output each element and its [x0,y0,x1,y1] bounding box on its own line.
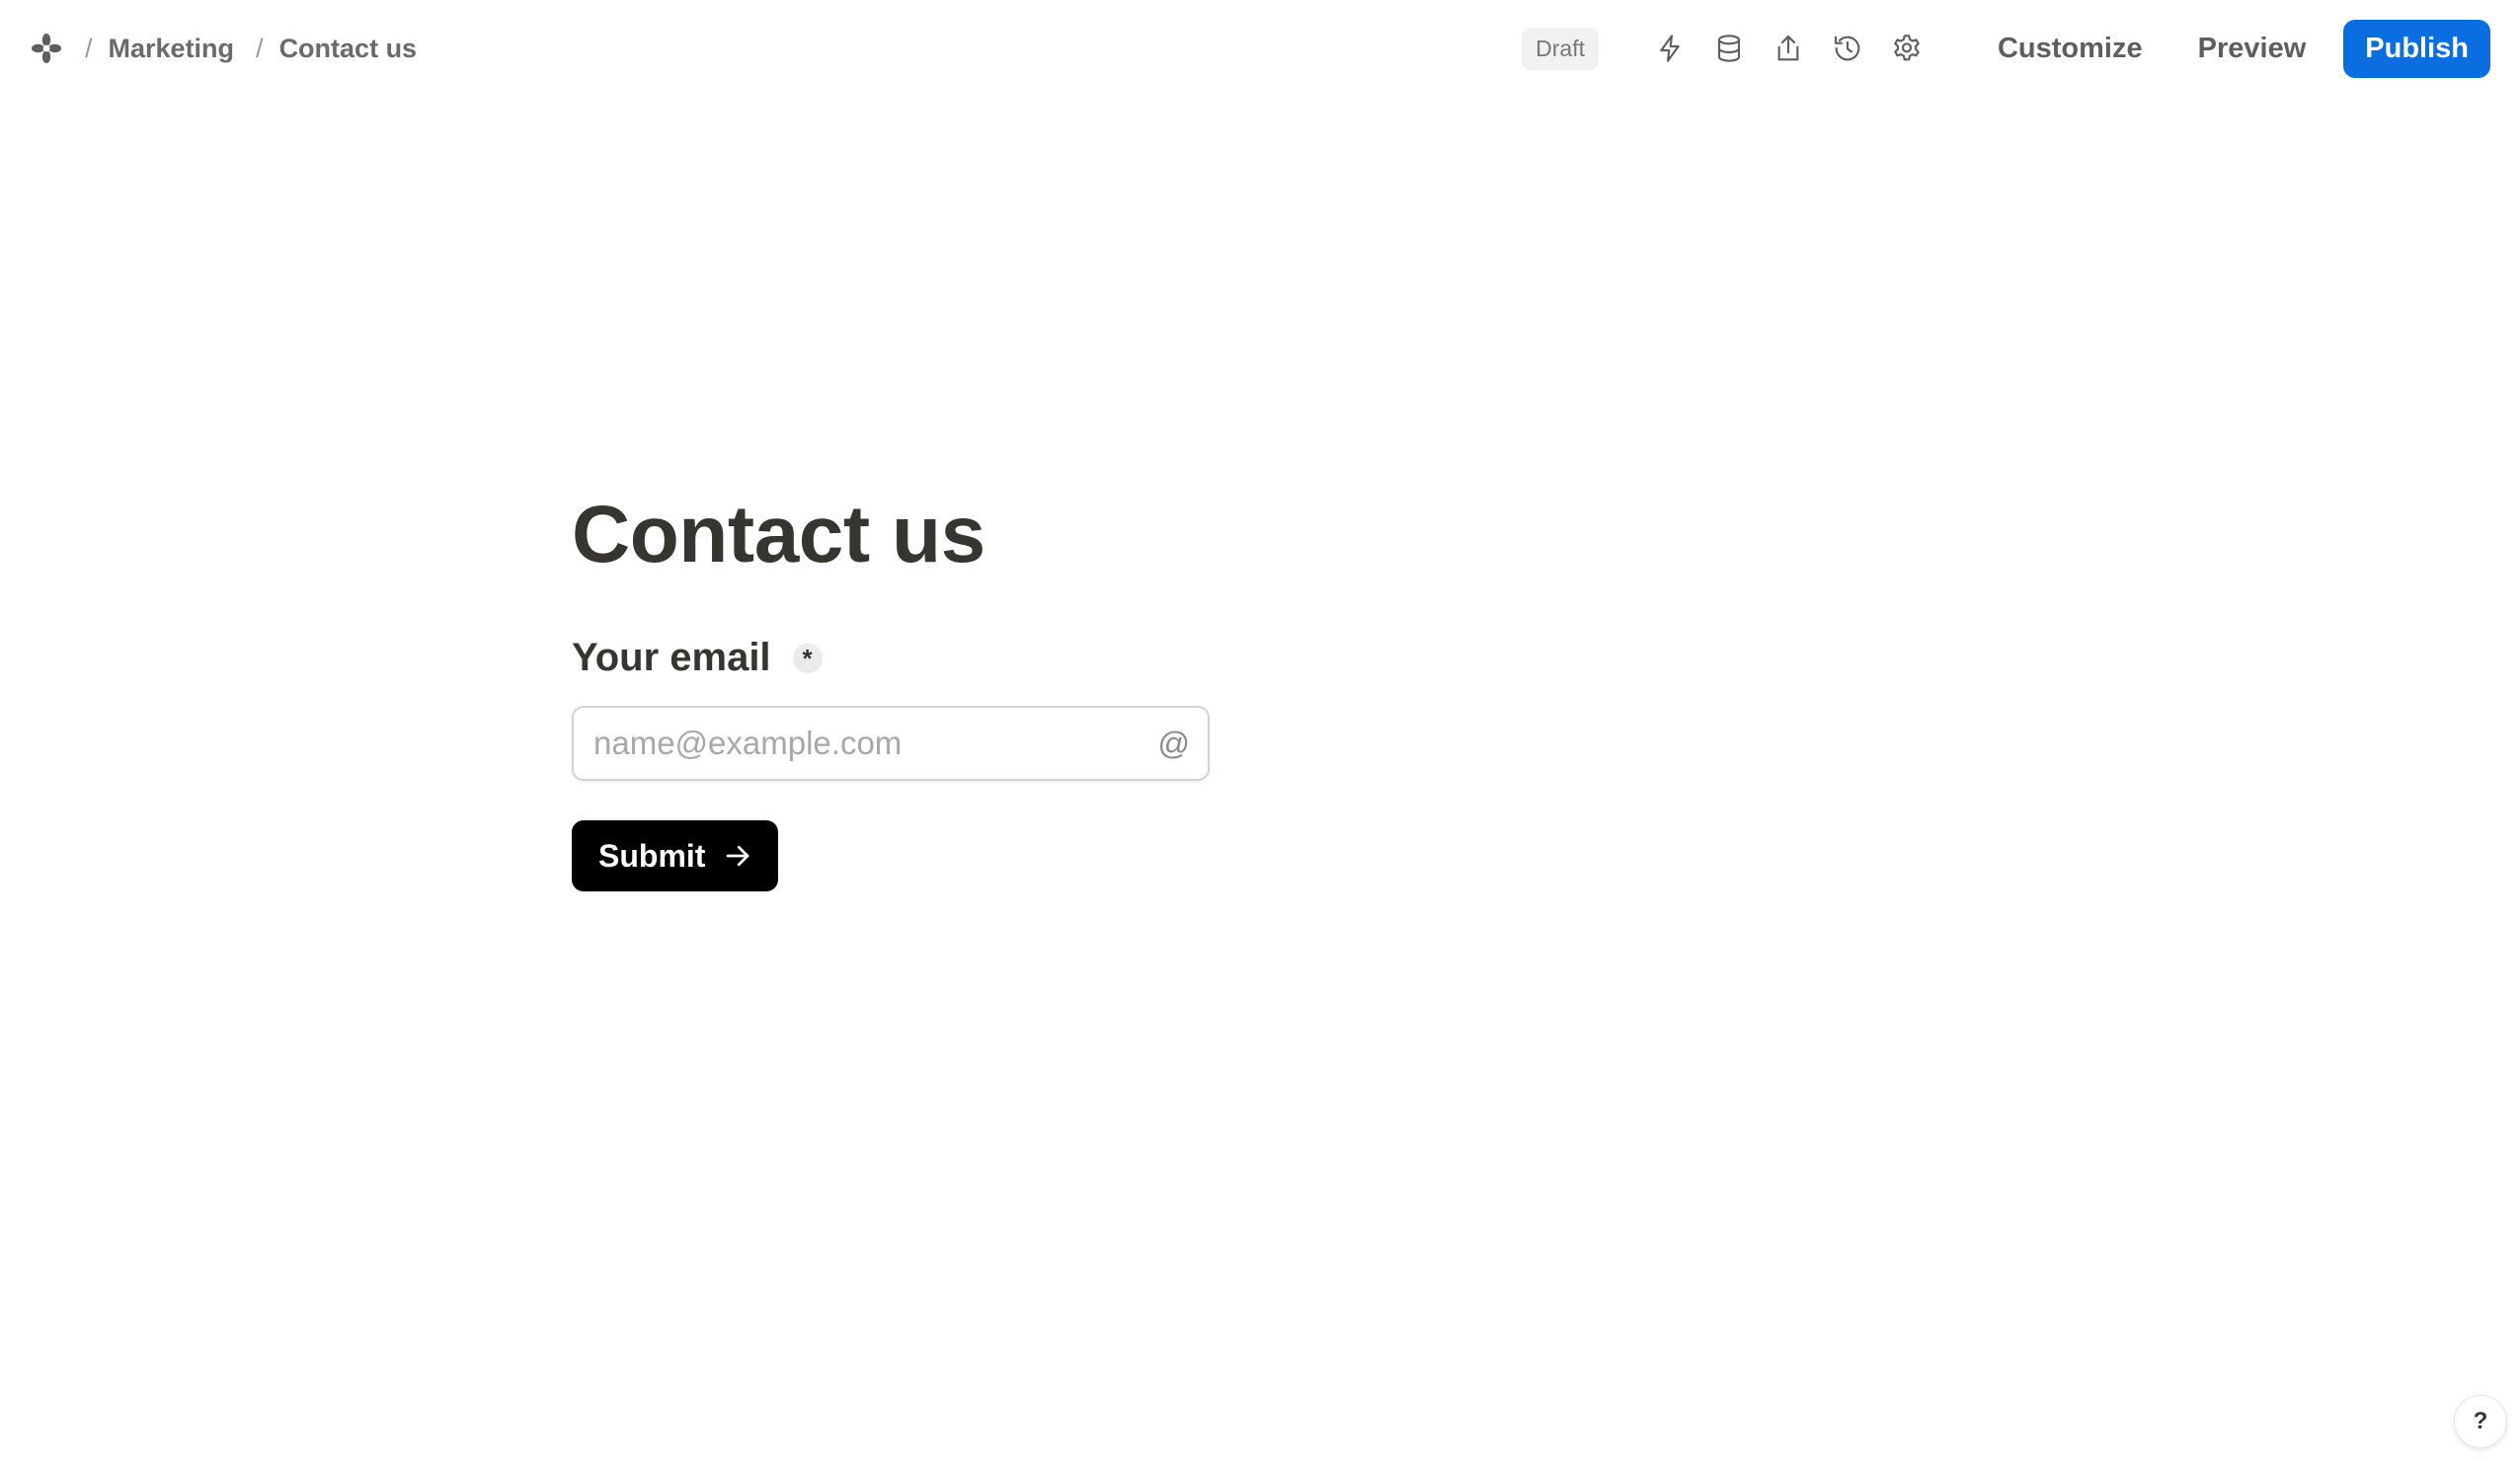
preview-button[interactable]: Preview [2176,21,2328,77]
submit-button[interactable]: Submit [572,820,779,891]
page-title: Contact us [572,490,985,579]
settings-icon[interactable] [1883,25,1930,72]
email-field[interactable]: @ [572,706,1210,781]
contact-form: Contact us Your email * @ Submit [572,484,1322,891]
breadcrumb-contact-us[interactable]: Contact us [279,34,418,64]
publish-button[interactable]: Publish [2343,19,2490,78]
email-input[interactable] [593,725,1148,762]
top-bar: / Marketing / Contact us Draft Customize… [0,0,2520,97]
email-field-label: Your email [572,636,771,679]
email-field-header: Your email * [572,636,1322,680]
help-button[interactable]: ? [2454,1395,2507,1448]
breadcrumb-separator: / [85,33,93,63]
workspace-logo-icon[interactable] [30,32,63,65]
lightning-icon[interactable] [1646,25,1693,72]
breadcrumb: / Marketing / Contact us [30,32,438,65]
breadcrumb-separator: / [256,33,264,63]
database-icon[interactable] [1705,25,1753,72]
at-sign-icon: @ [1157,725,1190,761]
share-icon[interactable] [1765,25,1812,72]
required-indicator: * [792,643,823,673]
history-icon[interactable] [1824,25,1871,72]
status-badge: Draft [1522,27,1599,70]
submit-label: Submit [598,837,706,874]
arrow-right-icon [727,845,749,867]
customize-button[interactable]: Customize [1976,21,2165,77]
breadcrumb-marketing[interactable]: Marketing [109,34,235,64]
